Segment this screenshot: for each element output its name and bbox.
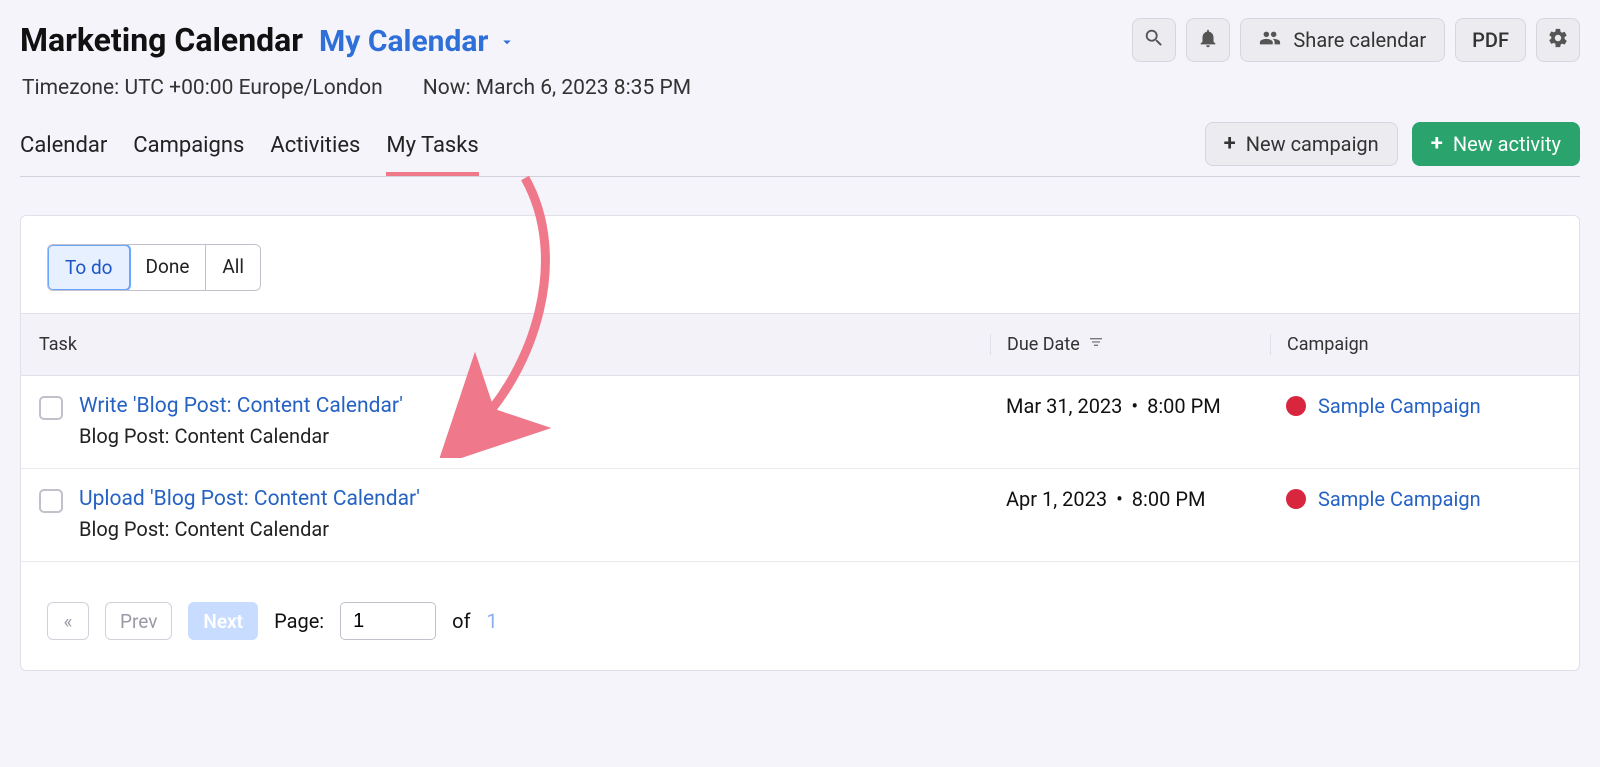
campaign-color-dot [1286,489,1306,509]
task-subtitle: Blog Post: Content Calendar [79,424,403,448]
tasks-card: To do Done All Task Due Date Campaign Wr… [20,215,1580,671]
task-due: Mar 31, 2023 • 8:00 PM [1006,394,1286,418]
timezone-text: Timezone: UTC +00:00 Europe/London [22,76,383,100]
new-activity-button[interactable]: + New activity [1412,122,1580,166]
page-title: Marketing Calendar [20,21,303,59]
chevron-down-icon [498,24,516,59]
notifications-button[interactable] [1186,18,1230,62]
share-label: Share calendar [1293,28,1426,52]
tab-activities[interactable]: Activities [270,123,360,176]
prev-page-button[interactable]: Prev [105,602,172,640]
column-due-label: Due Date [1007,334,1080,355]
plus-icon: + [1431,133,1443,155]
pdf-label: PDF [1472,28,1509,52]
new-campaign-label: New campaign [1246,132,1379,156]
table-row: Write 'Blog Post: Content Calendar' Blog… [21,376,1579,469]
pdf-button[interactable]: PDF [1455,18,1526,62]
task-campaign-link[interactable]: Sample Campaign [1286,394,1561,418]
first-page-button[interactable]: « [47,602,89,640]
page-label: Page: [274,609,324,633]
sort-icon [1088,334,1104,355]
new-activity-label: New activity [1453,132,1561,156]
column-task: Task [39,334,1006,355]
status-filter: To do Done All [47,244,261,291]
search-icon [1143,27,1165,53]
task-checkbox[interactable] [39,489,63,513]
new-campaign-button[interactable]: + New campaign [1205,122,1398,166]
page-of-label: of [452,609,470,633]
share-calendar-button[interactable]: Share calendar [1240,18,1445,62]
task-subtitle: Blog Post: Content Calendar [79,517,420,541]
task-title-link[interactable]: Write 'Blog Post: Content Calendar' [79,394,403,418]
people-icon [1259,27,1281,54]
tab-my-tasks[interactable]: My Tasks [386,123,478,176]
tab-campaigns[interactable]: Campaigns [133,123,244,176]
column-campaign: Campaign [1270,334,1561,355]
filter-done[interactable]: Done [130,245,207,290]
table-row: Upload 'Blog Post: Content Calendar' Blo… [21,469,1579,562]
search-button[interactable] [1132,18,1176,62]
bell-icon [1197,27,1219,53]
calendar-dropdown[interactable]: My Calendar [319,24,516,59]
next-page-button[interactable]: Next [188,602,258,640]
task-due: Apr 1, 2023 • 8:00 PM [1006,487,1286,511]
settings-button[interactable] [1536,18,1580,62]
task-title-link[interactable]: Upload 'Blog Post: Content Calendar' [79,487,420,511]
tab-calendar[interactable]: Calendar [20,123,107,176]
campaign-name: Sample Campaign [1318,487,1481,511]
campaign-color-dot [1286,396,1306,416]
task-campaign-link[interactable]: Sample Campaign [1286,487,1561,511]
campaign-name: Sample Campaign [1318,394,1481,418]
column-due-date[interactable]: Due Date [990,334,1286,355]
calendar-name: My Calendar [319,24,488,59]
page-input[interactable] [340,602,436,640]
plus-icon: + [1224,133,1236,155]
filter-todo[interactable]: To do [47,244,131,291]
now-text: Now: March 6, 2023 8:35 PM [423,76,691,100]
task-checkbox[interactable] [39,396,63,420]
gear-icon [1547,27,1569,53]
filter-all[interactable]: All [206,245,260,290]
double-chevron-left-icon: « [64,610,73,633]
page-total: 1 [487,609,498,633]
